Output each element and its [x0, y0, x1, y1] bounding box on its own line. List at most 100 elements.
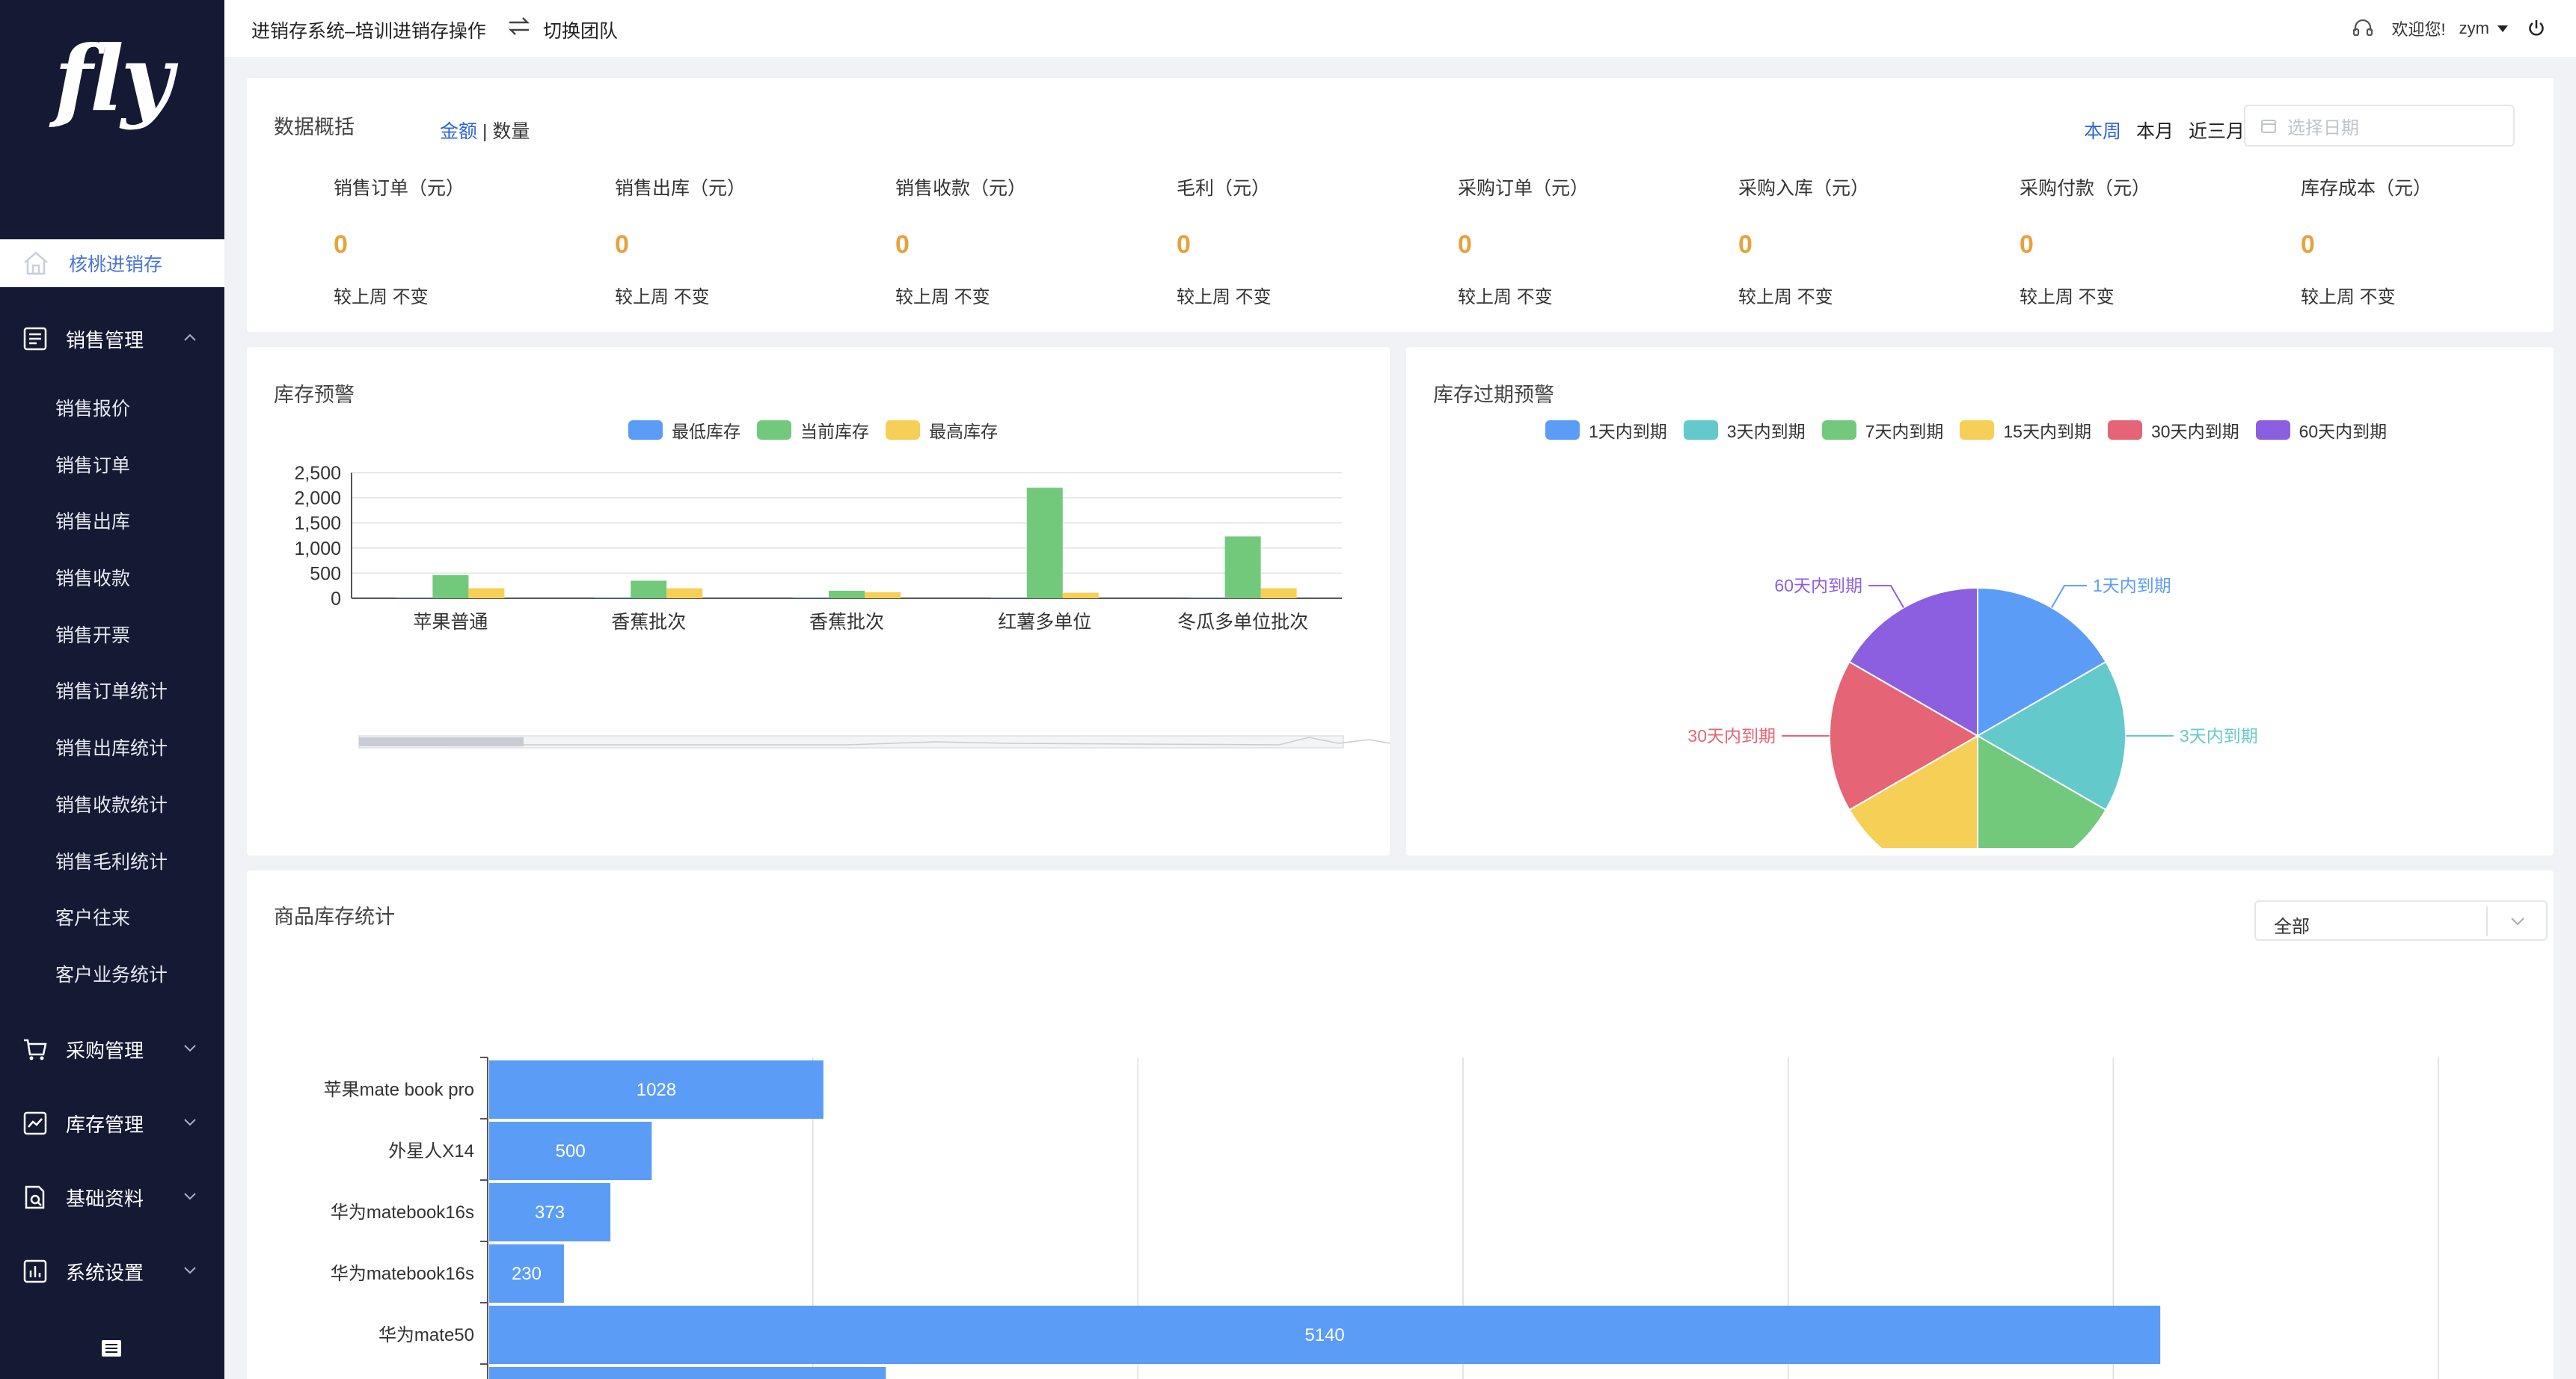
bar-最高库存 [1260, 588, 1297, 598]
system-title: 进销存系统–培训进销存操作 [251, 21, 486, 42]
legend-label: 15天内到期 [2003, 422, 2091, 441]
bar-当前库存 [1224, 536, 1261, 598]
stat-compare: 较上周 不变 [615, 287, 710, 307]
chevron-down-icon [184, 1193, 196, 1200]
sidebar-item-gross-profit-stats[interactable]: 销售毛利统计 [55, 847, 168, 877]
pie-label: 3天内到期 [2180, 726, 2258, 746]
product-stock-chart: 1028 苹果mate book pro 500 外星人X14 373 华为mateboo… [324, 1057, 2439, 1379]
y-category-label: 外星人X14 [388, 1141, 474, 1161]
pie-label: 30天内到期 [1687, 726, 1776, 746]
sidebar-item-home[interactable]: 核桃进销存 [0, 239, 224, 287]
stock-warning-chart: 0 500 1,000 1,500 2,000 2,500 苹果普通 香蕉批次 香蕉批次 红薯多单… [294, 463, 1390, 749]
legend-swatch [757, 420, 791, 440]
sidebar-group-purchase[interactable]: 采购管理 [0, 1023, 224, 1075]
sidebar-group-sales[interactable]: 销售管理 [0, 313, 224, 365]
expiry-pie-chart: 1天内到期3天内到期7天内到期15天内到期30天内到期60天内到期 [1687, 576, 2258, 848]
pie-label: 1天内到期 [2093, 576, 2171, 595]
x-tick-label: 红薯多单位 [998, 612, 1091, 633]
legend-label: 最低库存 [672, 422, 740, 441]
legend-swatch [886, 420, 920, 440]
bar-最高库存 [468, 588, 505, 598]
username[interactable]: zym [2459, 19, 2489, 38]
home-icon [24, 251, 48, 275]
stat-sales-order: 销售订单（元） 0 较上周 不变 [334, 173, 588, 308]
legend-item[interactable]: 60天内到期 [2255, 417, 2387, 443]
y-category-label: 华为matebook16s [331, 1203, 474, 1223]
period-three-months[interactable]: 近三月 [2189, 117, 2245, 144]
switch-team-link[interactable]: 切换团队 [543, 16, 618, 43]
trend-chart-icon [23, 1111, 47, 1135]
stat-gross-profit: 毛利（元） 0 较上周 不变 [1177, 173, 1431, 308]
bar-value-label: 230 [512, 1264, 542, 1284]
calendar-icon [2261, 120, 2276, 133]
logo[interactable]: fly [0, 0, 224, 239]
x-tick-label: 苹果普通 [413, 612, 488, 633]
bar-最高库存 [666, 588, 703, 598]
legend-item[interactable]: 7天内到期 [1821, 417, 1944, 443]
pie-label-line [2051, 585, 2087, 609]
stat-sales-outbound: 销售出库（元） 0 较上周 不变 [615, 173, 869, 308]
legend-item[interactable]: 15天内到期 [1960, 417, 2091, 443]
legend-item[interactable]: 1天内到期 [1545, 417, 1667, 443]
chevron-down-icon [184, 1045, 196, 1052]
user-area: 欢迎您! zym [2338, 16, 2546, 40]
sidebar-group-system-settings[interactable]: 系统设置 [0, 1245, 224, 1297]
metric-toggle: 金额 | 数量 [440, 117, 530, 144]
sidebar-group-inventory[interactable]: 库存管理 [0, 1097, 224, 1149]
period-this-week[interactable]: 本周 [2084, 117, 2121, 144]
legend-item[interactable]: 最低库存 [628, 417, 740, 443]
power-icon[interactable] [2527, 19, 2546, 38]
legend-item[interactable]: 3天内到期 [1683, 417, 1806, 443]
legend-label: 30天内到期 [2150, 422, 2239, 441]
sidebar-item-sales-order[interactable]: 销售订单 [55, 451, 130, 481]
legend-label: 最高库存 [929, 422, 998, 441]
sidebar-item-sales-receipt[interactable]: 销售收款 [55, 564, 130, 594]
stat-value: 0 [1177, 230, 1191, 259]
sidebar-item-customer-business-stats[interactable]: 客户业务统计 [55, 960, 168, 990]
legend-label: 当前库存 [800, 422, 869, 441]
sidebar-item-label: 核桃进销存 [69, 254, 163, 275]
sidebar-item-sales-order-stats[interactable]: 销售订单统计 [55, 677, 168, 707]
headset-icon[interactable] [2352, 17, 2374, 40]
legend-label: 3天内到期 [1726, 422, 1806, 441]
stat-label: 采购订单（元） [1458, 178, 1589, 199]
category-select[interactable]: 全部 [2254, 900, 2548, 941]
stat-compare: 较上周 不变 [2301, 287, 2396, 307]
period-this-month[interactable]: 本月 [2136, 117, 2174, 144]
legend-item[interactable]: 当前库存 [757, 417, 869, 443]
select-arrow [2486, 906, 2546, 936]
bar-当前库存 [631, 580, 667, 598]
legend-item[interactable]: 最高库存 [886, 417, 998, 443]
legend-item[interactable]: 30天内到期 [2107, 417, 2239, 443]
menu-collapse-icon[interactable] [100, 1339, 123, 1358]
sidebar-item-sales-outbound[interactable]: 销售出库 [55, 507, 130, 537]
stat-label: 销售出库（元） [615, 178, 746, 199]
expiry-warning-title: 库存过期预警 [1433, 384, 1554, 406]
date-picker-input[interactable]: 选择日期 [2244, 105, 2515, 147]
stat-label: 销售收款（元） [895, 178, 1027, 199]
swap-icon[interactable] [507, 15, 531, 37]
stat-value: 0 [1458, 230, 1472, 259]
bar-当前库存 [432, 575, 469, 598]
sidebar-item-sales-receipt-stats[interactable]: 销售收款统计 [55, 790, 168, 820]
sidebar-group-label: 销售管理 [66, 328, 144, 351]
stat-label: 毛利（元） [1177, 178, 1271, 199]
stock-warning-card: 库存预警 最低库存 当前库存 最高库存 0 500 1,000 1,500 2,000 2… [247, 347, 1390, 856]
sidebar-item-sales-quote[interactable]: 销售报价 [55, 394, 130, 424]
legend-swatch [2107, 420, 2142, 440]
sidebar-item-sales-invoice[interactable]: 销售开票 [55, 621, 130, 651]
stat-value: 0 [2020, 230, 2034, 259]
toggle-quantity[interactable]: 数量 [492, 121, 530, 142]
sidebar-group-label: 库存管理 [66, 1113, 144, 1136]
sidebar-item-customer-dealings[interactable]: 客户往来 [55, 903, 130, 933]
caret-down-icon[interactable] [2497, 24, 2509, 33]
sidebar-group-basic-data[interactable]: 基础资料 [0, 1171, 224, 1223]
sidebar-item-sales-outbound-stats[interactable]: 销售出库统计 [55, 734, 168, 764]
y-category-label: 苹果mate book pro [324, 1080, 474, 1100]
expiry-legend: 1天内到期 3天内到期 7天内到期 15天内到期 30天内到期 60天内到期 [1545, 417, 2403, 443]
bar-value-label: 5140 [1304, 1325, 1344, 1345]
sidebar-group-label: 系统设置 [66, 1261, 144, 1284]
toggle-amount[interactable]: 金额 [440, 121, 477, 142]
legend-label: 7天内到期 [1865, 422, 1944, 441]
chevron-up-icon [184, 334, 196, 341]
